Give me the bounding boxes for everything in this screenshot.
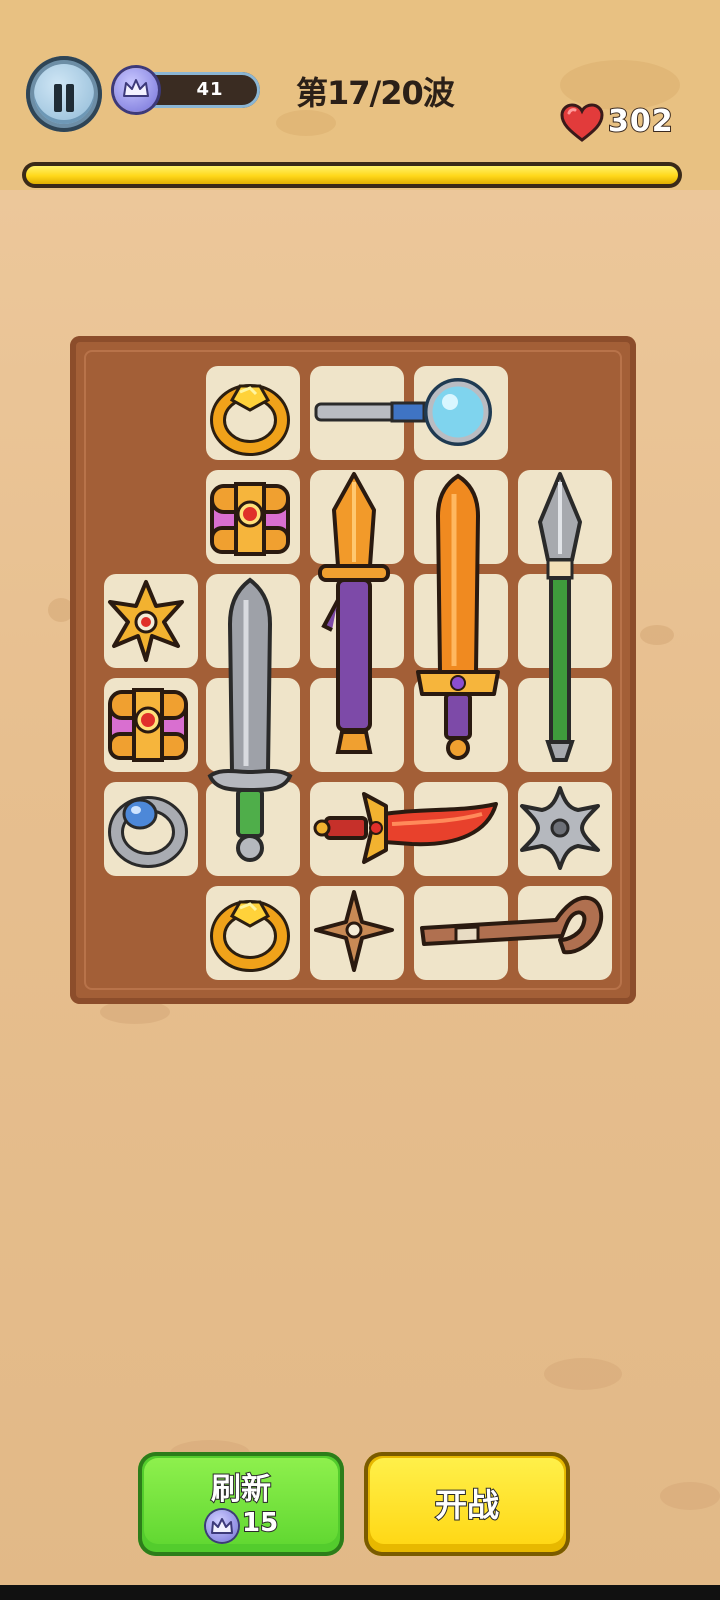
orange-greatsword-icon[interactable] xyxy=(414,472,502,768)
refresh-cost: 15 xyxy=(241,1507,279,1539)
wave-progress-fill xyxy=(26,166,678,184)
crown-gem-icon xyxy=(114,68,158,112)
orange-dagger-icon[interactable] xyxy=(312,470,396,770)
treasure-chest-icon[interactable] xyxy=(206,474,294,560)
wooden-cane-icon[interactable] xyxy=(416,890,606,974)
gem-count: 41 xyxy=(196,79,224,100)
red-blade-icon[interactable] xyxy=(312,784,500,870)
gold-ring-icon[interactable] xyxy=(206,370,294,458)
treasure-chest-icon[interactable] xyxy=(104,680,192,766)
gold-shuriken-icon[interactable] xyxy=(104,578,188,662)
pause-icon xyxy=(34,64,94,124)
start-battle-button[interactable]: 开战 xyxy=(364,1452,570,1556)
wave-progress-bar xyxy=(22,162,682,188)
green-spear-icon[interactable] xyxy=(518,470,602,770)
crown-gem-icon xyxy=(206,1510,238,1542)
nav-bar xyxy=(0,1585,720,1600)
start-battle-label: 开战 xyxy=(434,1485,500,1525)
pause-button[interactable] xyxy=(26,56,102,132)
refresh-label: 刷新 xyxy=(210,1471,272,1508)
bronze-shuriken-icon[interactable] xyxy=(312,888,396,974)
hp-value: 302 xyxy=(607,103,674,140)
steel-sword-icon[interactable] xyxy=(206,576,294,872)
gold-ring-icon[interactable] xyxy=(206,888,294,972)
silver-shuriken-icon[interactable] xyxy=(518,784,602,870)
magnifying-staff-icon[interactable] xyxy=(312,372,498,456)
silver-ring-icon[interactable] xyxy=(104,784,192,870)
refresh-button[interactable]: 刷新 15 xyxy=(138,1452,344,1556)
wave-counter: 第17/20波 xyxy=(296,74,455,112)
heart-icon xyxy=(560,103,604,142)
